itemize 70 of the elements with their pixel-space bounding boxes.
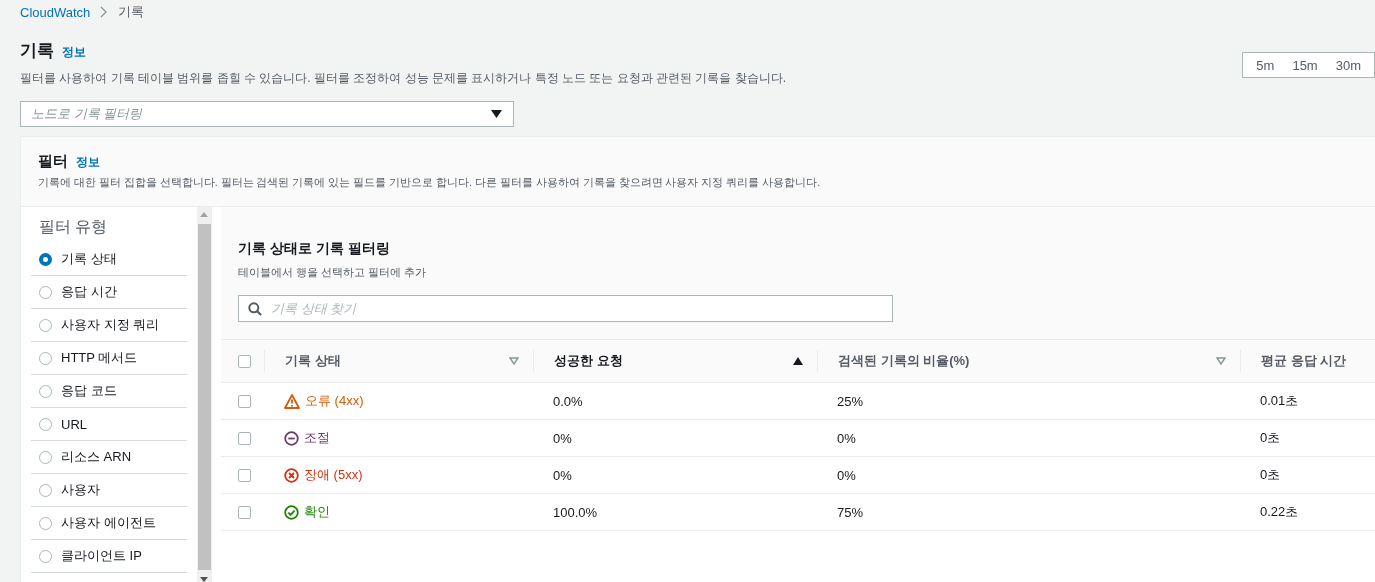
caret-down-icon	[491, 110, 502, 118]
time-range-button[interactable]: 30m	[1326, 53, 1370, 77]
sort-icon[interactable]	[1216, 357, 1226, 365]
filter-type-option[interactable]: 사용자 지정 쿼리	[61, 316, 160, 334]
info-link[interactable]: 정보	[76, 154, 100, 171]
sort-ascending-icon[interactable]	[793, 357, 803, 365]
radio-button[interactable]	[39, 549, 52, 563]
minus-circle-icon	[284, 430, 299, 446]
page-description: 필터를 사용하여 기록 테이블 범위를 좁힐 수 있습니다. 필터를 조정하여 성능 문제를 표시하거나 특정 노드 또는 요청과 관련된 기록을 찾습니다.	[20, 70, 786, 87]
table-cell: 75%	[837, 504, 864, 520]
status-label: 조절	[304, 429, 330, 447]
table-cell: 0%	[837, 467, 856, 483]
column-header[interactable]: 기록 상태	[285, 352, 341, 370]
radio-button[interactable]	[39, 483, 52, 497]
radio-button[interactable]	[39, 417, 52, 431]
filter-type-option[interactable]: 응답 코드	[61, 382, 117, 400]
page-title: 기록	[20, 40, 54, 62]
filter-type-option[interactable]: 기록 상태	[61, 250, 117, 268]
checkbox[interactable]	[238, 394, 251, 408]
radio-button[interactable]	[39, 318, 52, 332]
scrollbar[interactable]	[197, 207, 211, 582]
filter-type-option[interactable]: 클라이언트 IP	[61, 547, 142, 565]
info-link[interactable]: 정보	[62, 44, 86, 61]
time-range-button[interactable]: 15m	[1283, 53, 1327, 77]
filter-type-option[interactable]: 리소스 ARN	[61, 448, 132, 466]
x-circle-icon	[284, 467, 299, 483]
filter-type-option[interactable]: 응답 시간	[61, 283, 117, 301]
filter-type-option[interactable]: HTTP 메서드	[61, 349, 138, 367]
breadcrumb-item[interactable]: 기록	[118, 3, 145, 21]
checkbox[interactable]	[238, 468, 251, 482]
radio-button[interactable]	[39, 252, 52, 266]
radio-button[interactable]	[39, 351, 52, 365]
table-cell: 100.0%	[553, 504, 598, 520]
filter-type-option[interactable]: URL	[61, 416, 87, 432]
table-cell: 0%	[553, 467, 572, 483]
section-title: 기록 상태로 기록 필터링	[238, 240, 391, 258]
sort-icon[interactable]	[509, 357, 519, 365]
status-label: 오류 (4xx)	[305, 392, 364, 410]
radio-button[interactable]	[39, 516, 52, 530]
check-circle-icon	[284, 504, 299, 520]
radio-button[interactable]	[39, 285, 52, 299]
panel-title: 필터	[38, 152, 68, 171]
table-cell: 0초	[1260, 466, 1281, 484]
checkbox[interactable]	[238, 431, 251, 445]
checkbox[interactable]	[238, 354, 251, 368]
table-cell: 0%	[837, 430, 856, 446]
warning-icon	[284, 393, 300, 409]
panel-description: 기록에 대한 필터 집합을 선택합니다. 필터는 검색된 기록에 있는 필드를 기반으로 합니다. 다른 필터를 사용하여 기록을 찾으려면 사용자 지정 쿼리를 사용합니다.	[38, 176, 822, 190]
table-cell: 0초	[1260, 429, 1281, 447]
status-label: 확인	[304, 503, 330, 521]
table-cell: 25%	[837, 393, 864, 409]
filter-type-option[interactable]: 사용자	[61, 481, 100, 499]
chevron-right-icon	[100, 6, 109, 18]
checkbox[interactable]	[238, 505, 251, 519]
radio-button[interactable]	[39, 450, 52, 464]
table-cell: 0.01초	[1260, 392, 1299, 410]
table-cell: 0%	[553, 430, 572, 446]
search-field[interactable]: 기록 상태 찾기	[238, 295, 893, 322]
column-header[interactable]: 검색된 기록의 비율(%)	[838, 352, 970, 370]
breadcrumb-item[interactable]: CloudWatch	[20, 4, 91, 20]
radio-button[interactable]	[39, 384, 52, 398]
status-label: 장애 (5xx)	[304, 466, 363, 484]
filter-type-title: 필터 유형	[38, 217, 109, 237]
time-range-button[interactable]: 5m	[1247, 53, 1284, 77]
table-cell: 0.22초	[1260, 503, 1299, 521]
column-header[interactable]: 성공한 요청	[554, 352, 623, 370]
column-header[interactable]: 평균 응답 시간	[1261, 352, 1347, 370]
filter-type-option[interactable]: 사용자 에이전트	[61, 514, 156, 532]
table-cell: 0.0%	[553, 393, 583, 409]
section-subtitle: 테이블에서 행을 선택하고 필터에 추가	[238, 265, 428, 280]
